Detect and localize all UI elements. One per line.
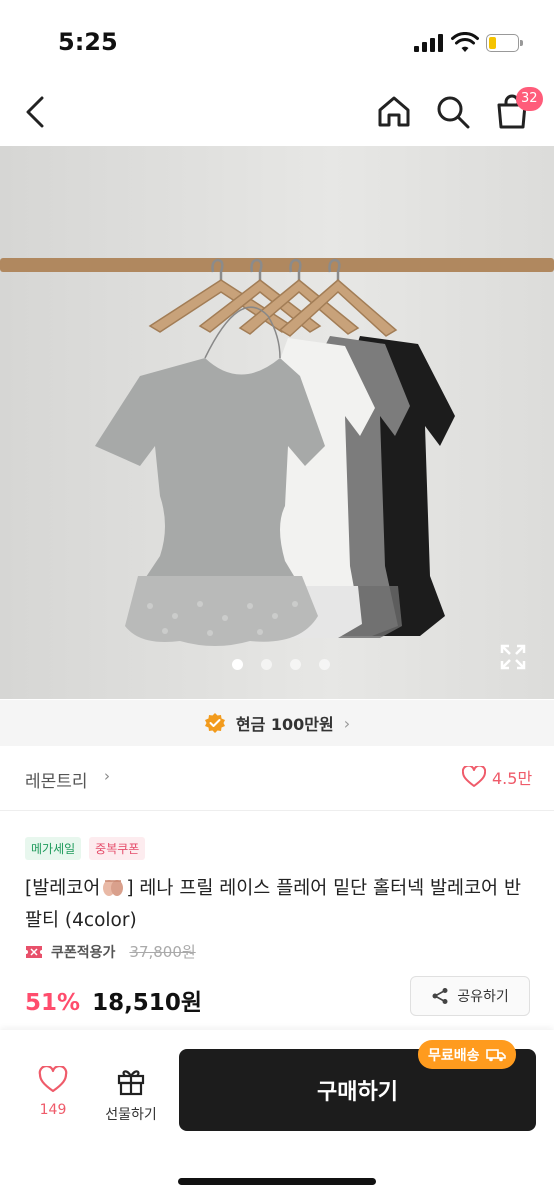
truck-icon bbox=[485, 1048, 506, 1061]
product-title: [발레코어 ] 레나 프릴 레이스 플레어 밑단 홀터넥 발레코어 반팔티 (4… bbox=[25, 873, 535, 937]
product-detail-page: 5:25 32 현금 100만원 › 레몬트리 › 4.5만 메가세일 중복쿠폰… bbox=[0, 0, 554, 1200]
free-shipping-badge: 무료배송 bbox=[418, 1040, 516, 1069]
heart-icon bbox=[38, 1064, 68, 1093]
expand-icon[interactable] bbox=[499, 643, 527, 671]
ballet-shoe-icon bbox=[103, 880, 124, 896]
coupon-price-line: 쿠폰적용가 37,800원 bbox=[25, 941, 196, 962]
bottom-action-bar: 149 선물하기 구매하기 무료배송 bbox=[0, 1030, 554, 1200]
product-image-gallery[interactable] bbox=[0, 146, 554, 699]
share-button-label: 공유하기 bbox=[457, 989, 509, 1005]
store-like-button[interactable]: 4.5만 bbox=[462, 765, 532, 789]
gift-button[interactable]: 선물하기 bbox=[96, 1066, 166, 1124]
search-button[interactable] bbox=[433, 92, 473, 132]
nav-bar bbox=[0, 80, 554, 142]
pagination-dot[interactable] bbox=[261, 659, 272, 670]
discount-rate: 51% bbox=[25, 990, 81, 1016]
gift-button-label: 선물하기 bbox=[105, 1107, 157, 1123]
store-name-link[interactable]: 레몬트리 bbox=[25, 767, 88, 792]
mega-sale-badge: 메가세일 bbox=[25, 837, 82, 860]
wifi-icon bbox=[451, 32, 479, 52]
store-row: 레몬트리 › 4.5만 bbox=[0, 747, 554, 811]
status-bar: 5:25 bbox=[0, 0, 554, 80]
coupon-icon bbox=[26, 945, 42, 958]
battery-icon bbox=[486, 34, 523, 52]
gallery-pagination[interactable] bbox=[232, 659, 330, 670]
product-image bbox=[0, 146, 554, 699]
chevron-right-icon: › bbox=[104, 767, 110, 785]
back-button[interactable] bbox=[16, 92, 56, 132]
chevron-left-icon bbox=[26, 96, 44, 128]
gift-icon bbox=[117, 1070, 145, 1096]
promo-badges: 메가세일 중복쿠폰 bbox=[25, 837, 146, 860]
pagination-dot[interactable] bbox=[232, 659, 243, 670]
cart-count-badge: 32 bbox=[516, 87, 543, 111]
home-icon bbox=[378, 96, 410, 127]
share-icon bbox=[432, 988, 448, 1004]
coupon-price-label: 쿠폰적용가 bbox=[51, 944, 116, 961]
like-count: 149 bbox=[39, 1102, 67, 1118]
cash-promo-label: 현금 100만원 bbox=[235, 715, 334, 734]
cash-promo-banner[interactable]: 현금 100만원 › bbox=[0, 700, 554, 746]
sale-price: 18,510원 bbox=[92, 990, 202, 1016]
badge-check-icon bbox=[204, 713, 225, 733]
product-title-prefix: [발레코어 bbox=[25, 878, 101, 899]
price-row: 51% 18,510원 bbox=[25, 983, 202, 1017]
store-like-count: 4.5만 bbox=[492, 769, 533, 788]
signal-icon bbox=[414, 34, 444, 52]
search-icon bbox=[437, 96, 470, 129]
home-indicator bbox=[178, 1178, 376, 1185]
pagination-dot[interactable] bbox=[319, 659, 330, 670]
share-button[interactable]: 공유하기 bbox=[410, 976, 530, 1016]
duplicate-coupon-badge: 중복쿠폰 bbox=[89, 837, 146, 860]
like-button[interactable]: 149 bbox=[28, 1064, 78, 1118]
original-price: 37,800원 bbox=[129, 943, 196, 961]
home-button[interactable] bbox=[374, 92, 414, 132]
chevron-right-icon: › bbox=[343, 713, 351, 733]
heart-icon bbox=[462, 766, 486, 787]
pagination-dot[interactable] bbox=[290, 659, 301, 670]
free-shipping-label: 무료배송 bbox=[428, 1047, 480, 1064]
status-time: 5:25 bbox=[58, 28, 118, 56]
